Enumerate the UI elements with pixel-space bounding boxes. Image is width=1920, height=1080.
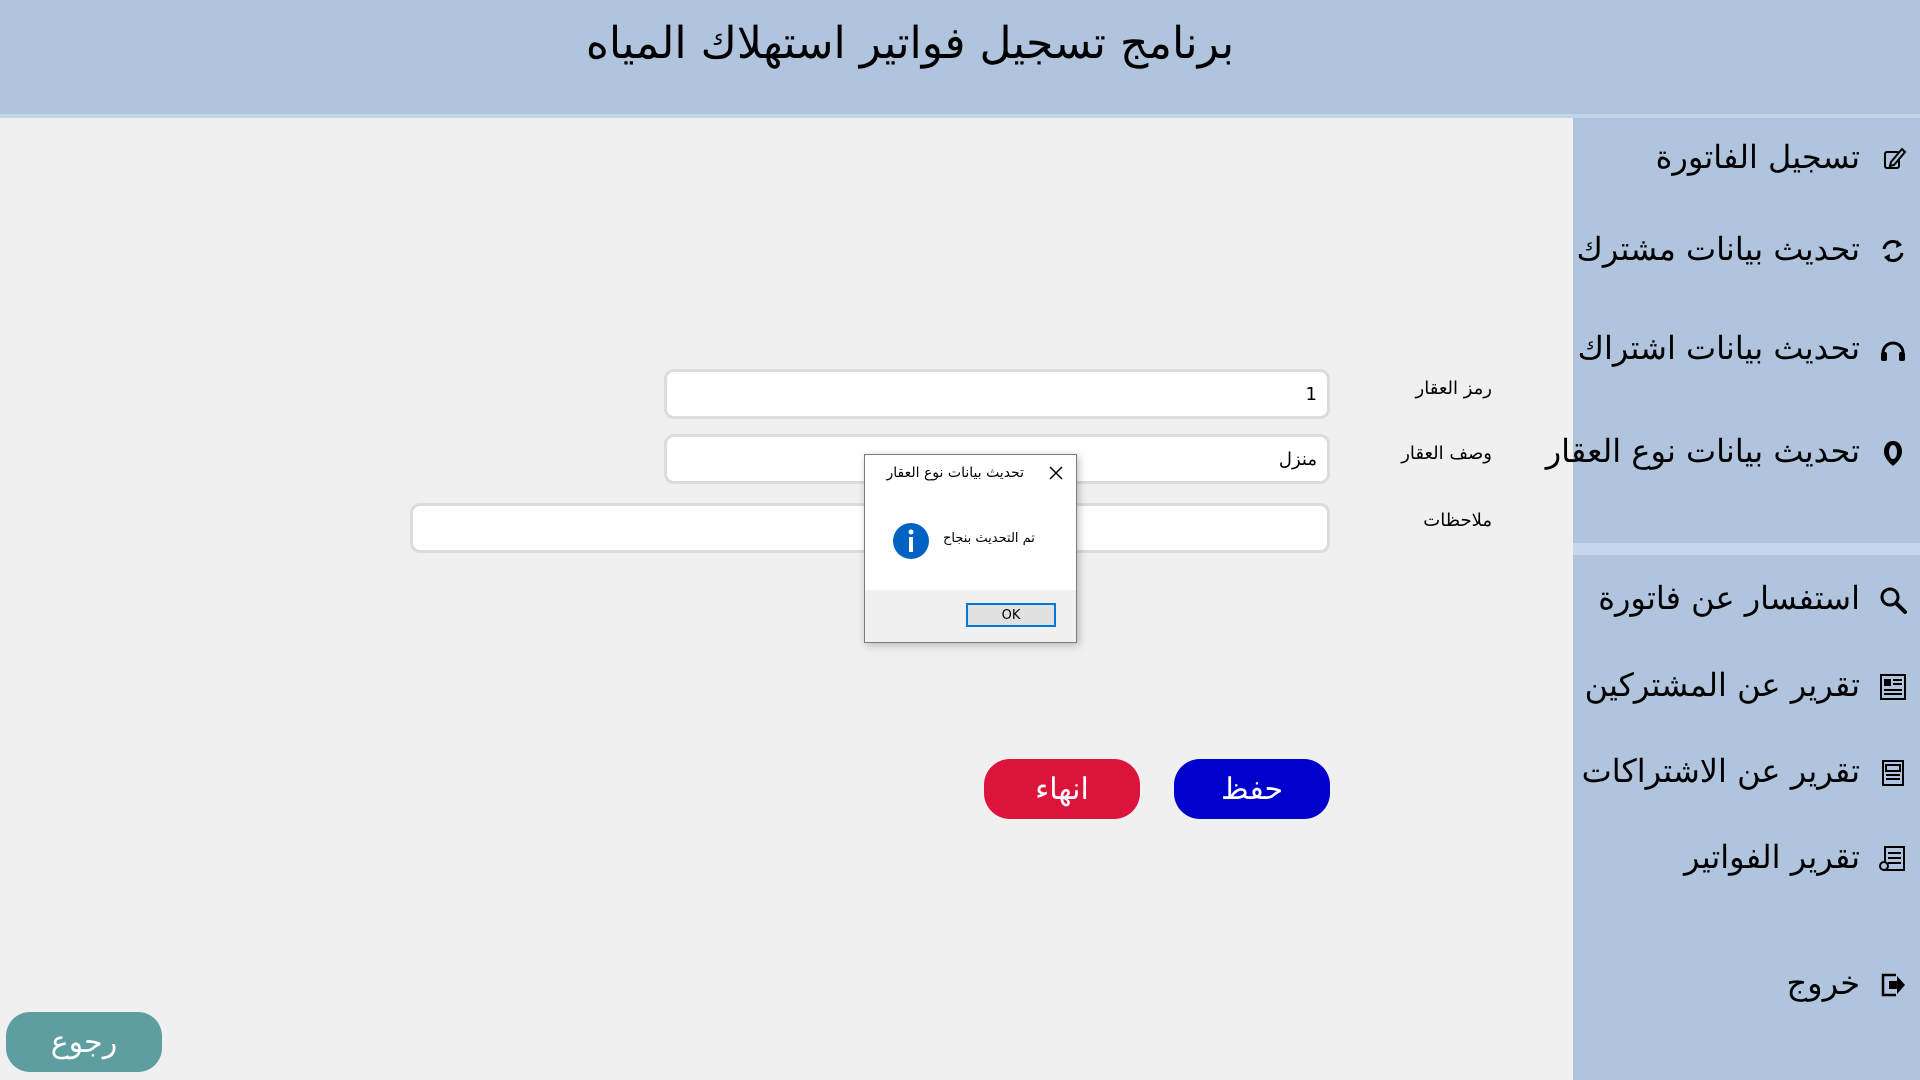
form-label-property-description: وصف العقار	[1401, 443, 1492, 464]
sidebar-item-label: تحديث بيانات اشتراك	[1577, 329, 1860, 367]
dialog-footer: OK	[865, 590, 1076, 642]
sidebar-item-update-property-type[interactable]: تحديث بيانات نوع العقار	[1546, 428, 1920, 484]
sidebar-item-label: تقرير عن المشتركين	[1584, 666, 1860, 704]
report-icon	[1882, 760, 1904, 786]
save-button[interactable]: حفظ	[1174, 759, 1330, 819]
sidebar-item-label: تسجيل الفاتورة	[1655, 138, 1860, 176]
page-title: برنامج تسجيل فواتير استهلاك المياه	[585, 18, 1235, 69]
sidebar-item-invoices-report[interactable]: تقرير الفواتير	[1573, 834, 1920, 890]
dialog-title: تحديث بيانات نوع العقار	[886, 465, 1024, 481]
sidebar-item-label: تقرير الفواتير	[1684, 838, 1860, 876]
sidebar-divider	[1573, 543, 1920, 555]
sidebar-item-label: استفسار عن فاتورة	[1598, 579, 1860, 617]
sidebar-item-label: خروج	[1786, 964, 1860, 1002]
sidebar-item-invoice-inquiry[interactable]: استفسار عن فاتورة	[1573, 575, 1920, 631]
sidebar-item-exit[interactable]: خروج	[1573, 960, 1920, 1016]
back-button[interactable]: رجوع	[6, 1012, 162, 1072]
header-bar: برنامج تسجيل فواتير استهلاك المياه	[0, 0, 1920, 118]
sidebar: تسجيل الفاتورة تحديث بيانات مشترك تحديث …	[1546, 118, 1920, 1080]
form-label-property-code: رمز العقار	[1415, 378, 1492, 399]
headset-icon	[1881, 341, 1905, 361]
app-window: برنامج تسجيل فواتير استهلاك المياه تسجيل…	[0, 0, 1920, 1080]
close-icon[interactable]	[1046, 463, 1066, 483]
info-icon	[893, 523, 929, 559]
ok-button[interactable]: OK	[966, 603, 1056, 627]
sidebar-item-update-subscription[interactable]: تحديث بيانات اشتراك	[1573, 325, 1920, 381]
message-dialog: تحديث بيانات نوع العقار تم التحديث بنجاح…	[864, 454, 1077, 643]
sidebar-item-update-subscriber[interactable]: تحديث بيانات مشترك	[1573, 226, 1920, 282]
edit-icon	[1884, 147, 1907, 169]
end-button[interactable]: انهاء	[984, 759, 1140, 819]
location-pin-icon	[1884, 441, 1902, 466]
sidebar-item-label: تحديث بيانات نوع العقار	[1545, 432, 1860, 470]
sidebar-item-label: تحديث بيانات مشترك	[1576, 230, 1861, 268]
report-icon	[1880, 674, 1906, 700]
form-label-notes: ملاحظات	[1423, 510, 1492, 531]
sidebar-item-label: تقرير عن الاشتراكات	[1581, 752, 1860, 790]
sidebar-item-subscribers-report[interactable]: تقرير عن المشتركين	[1573, 662, 1920, 718]
sidebar-item-register-invoice[interactable]: تسجيل الفاتورة	[1573, 134, 1920, 190]
refresh-icon	[1882, 240, 1904, 262]
exit-icon	[1881, 973, 1905, 997]
property-code-input[interactable]	[664, 369, 1330, 419]
search-icon	[1880, 587, 1907, 614]
sidebar-item-subscriptions-report[interactable]: تقرير عن الاشتراكات	[1573, 748, 1920, 804]
dialog-message: تم التحديث بنجاح	[943, 531, 1035, 546]
receipt-icon	[1879, 846, 1905, 871]
